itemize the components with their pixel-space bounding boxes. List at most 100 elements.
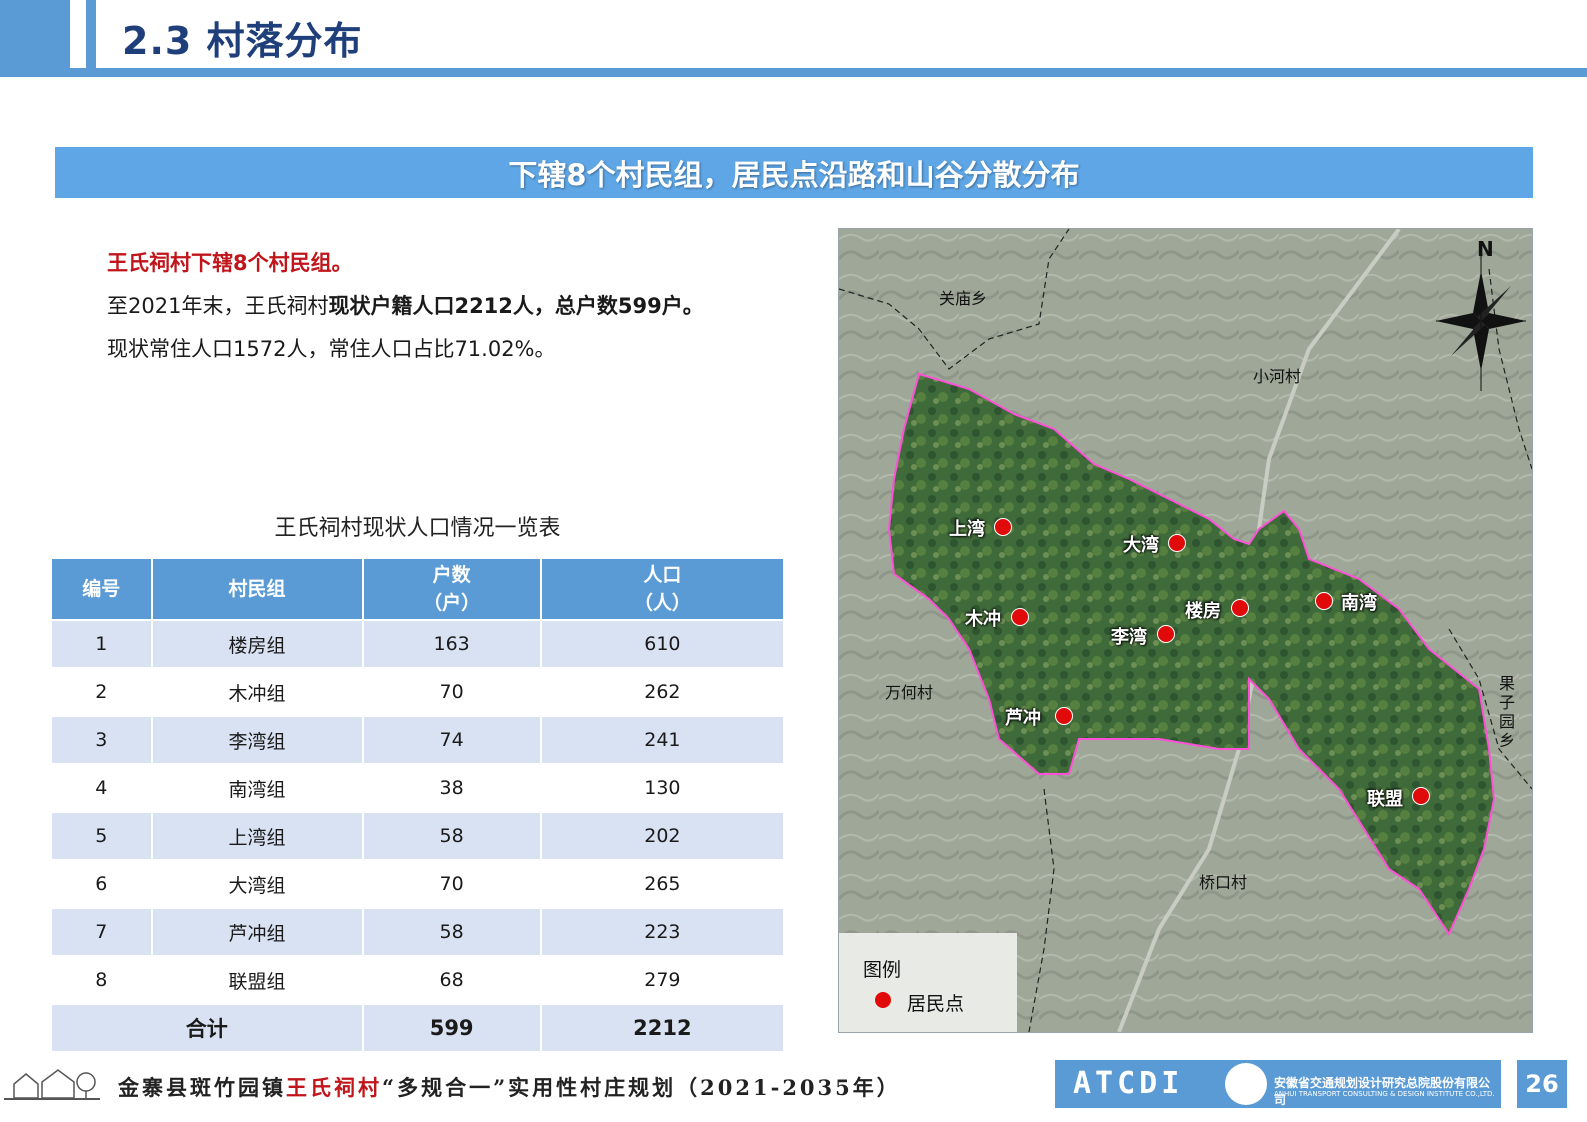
cell-id: 2 [50, 667, 153, 717]
header-population-label: 人口 [643, 564, 682, 586]
settlement-marker [994, 518, 1012, 536]
page-number: 26 [1517, 1060, 1567, 1108]
header-households-label: 户数 [432, 564, 471, 586]
table-row: 5 上湾组 58 202 [50, 811, 786, 861]
header-rule [0, 68, 1587, 77]
company-logo: ATCDI 安徽省交通规划设计研究总院股份有限公司 ANHUI TRANSPOR… [1055, 1060, 1501, 1108]
north-label: N [1477, 237, 1494, 261]
logo-wordmark: ATCDI [1073, 1066, 1184, 1101]
cell-group: 大湾组 [150, 859, 364, 909]
table-row: 1 楼房组 163 610 [50, 619, 786, 669]
settlement-marker [1412, 787, 1430, 805]
cell-population: 265 [539, 859, 786, 909]
cell-population: 610 [539, 619, 786, 669]
banner-text: 下辖8个村民组，居民点沿路和山谷分散分布 [508, 157, 1080, 192]
settlement-label-dawan: 大湾 [1123, 535, 1159, 556]
page-title: 2.3 村落分布 [122, 19, 363, 63]
map-graphics [839, 229, 1532, 1032]
settlement-label-loufang: 楼房 [1185, 601, 1221, 622]
total-population: 2212 [539, 1003, 786, 1053]
settlement-marker [1055, 707, 1073, 725]
intro-line-3: 现状常住人口1572人，常住人口占比71.02%。 [107, 337, 556, 361]
cell-group: 联盟组 [150, 955, 364, 1005]
header-population: 人口 （人） [539, 557, 786, 621]
cell-group: 上湾组 [150, 811, 364, 861]
section-banner: 下辖8个村民组，居民点沿路和山谷分散分布 [55, 147, 1533, 198]
region-label-qiaokou: 桥口村 [1199, 873, 1248, 892]
region-label-xiaohe: 小河村 [1253, 367, 1302, 386]
header-id: 编号 [50, 557, 153, 621]
settlement-label-nanwan: 南湾 [1341, 593, 1377, 614]
cell-id: 5 [50, 811, 153, 861]
table-title: 王氏祠村现状人口情况一览表 [274, 516, 561, 541]
village-sketch-icon [4, 1069, 100, 1100]
table-row: 7 芦冲组 58 223 [50, 907, 786, 957]
settlement-marker [1315, 592, 1333, 610]
cell-group: 李湾组 [150, 715, 364, 765]
intro-text: 王氏祠村下辖8个村民组。 至2021年末，王氏祠村现状户籍人口2212人，总户数… [107, 242, 704, 371]
cell-population: 241 [539, 715, 786, 765]
cell-id: 4 [50, 763, 153, 813]
region-label-wanhe: 万何村 [885, 683, 934, 702]
settlement-marker [1231, 599, 1249, 617]
settlement-label-muchong: 木冲 [965, 609, 1001, 630]
logo-emblem-icon [1225, 1063, 1267, 1105]
total-label: 合计 [50, 1003, 364, 1053]
settlement-marker [1168, 534, 1186, 552]
intro-line-1: 王氏祠村下辖8个村民组。 [107, 251, 353, 275]
cell-population: 223 [539, 907, 786, 957]
settlement-label-luchong: 芦冲 [1005, 708, 1041, 729]
cell-population: 202 [539, 811, 786, 861]
settlement-label-liwan: 李湾 [1111, 627, 1147, 648]
cell-group: 南湾组 [150, 763, 364, 813]
intro-line-2-suffix: 。 [682, 294, 704, 318]
cell-households: 74 [361, 715, 542, 765]
cell-group: 楼房组 [150, 619, 364, 669]
settlement-label-shangwan: 上湾 [949, 519, 985, 540]
footer-title-prefix: 金寨县斑竹园镇 [118, 1075, 286, 1100]
cell-households: 70 [361, 859, 542, 909]
legend-settlement-dot-icon [875, 992, 891, 1008]
cell-group: 芦冲组 [150, 907, 364, 957]
table-row: 8 联盟组 68 279 [50, 955, 786, 1005]
table-row: 3 李湾组 74 241 [50, 715, 786, 765]
table-header-row: 编号 村民组 户数 （户） 人口 （人） [50, 557, 786, 621]
cell-id: 1 [50, 619, 153, 669]
logo-company-name-en: ANHUI TRANSPORT CONSULTING & DESIGN INST… [1274, 1090, 1495, 1098]
header-population-unit: （人） [633, 592, 691, 614]
cell-households: 163 [361, 619, 542, 669]
cell-households: 70 [361, 667, 542, 717]
header-group: 村民组 [150, 557, 364, 621]
header-households-unit: （户） [423, 592, 481, 614]
legend-settlement-label: 居民点 [907, 993, 965, 1015]
region-label-guanmiao: 关庙乡 [939, 289, 988, 308]
cell-id: 8 [50, 955, 153, 1005]
footer-title-village: 王氏祠村 [286, 1075, 382, 1100]
cell-population: 279 [539, 955, 786, 1005]
village-map: N 关庙乡 小河村 万何村 桥口村 果子园乡 上湾 大湾 楼房 南湾 木冲 李湾… [838, 228, 1533, 1033]
footer-title-suffix: “多规合一”实用性村庄规划（2021-2035年） [382, 1075, 901, 1100]
map-legend: 图例 居民点 [839, 933, 1017, 1032]
header-households: 户数 （户） [361, 557, 542, 621]
cell-households: 58 [361, 907, 542, 957]
population-table: 编号 村民组 户数 （户） 人口 （人） 1 楼房组 163 610 2 木冲组 70 262 … [50, 557, 786, 1053]
intro-line-2-highlight: 现状户籍人口2212人，总户数599户 [328, 294, 683, 318]
cell-id: 7 [50, 907, 153, 957]
cell-households: 38 [361, 763, 542, 813]
intro-line-2-prefix: 至2021年末，王氏祠村 [107, 294, 329, 318]
intro-line-2: 至2021年末，王氏祠村现状户籍人口2212人，总户数599户。 [107, 285, 704, 328]
footer-title: 金寨县斑竹园镇王氏祠村“多规合一”实用性村庄规划（2021-2035年） [118, 1072, 901, 1102]
table-row: 2 木冲组 70 262 [50, 667, 786, 717]
header-accent-block [0, 0, 70, 68]
cell-group: 木冲组 [150, 667, 364, 717]
cell-population: 262 [539, 667, 786, 717]
cell-households: 68 [361, 955, 542, 1005]
settlement-marker [1157, 625, 1175, 643]
cell-population: 130 [539, 763, 786, 813]
table-row: 4 南湾组 38 130 [50, 763, 786, 813]
total-households: 599 [361, 1003, 542, 1053]
cell-id: 6 [50, 859, 153, 909]
cell-households: 58 [361, 811, 542, 861]
legend-title: 图例 [863, 959, 902, 981]
table-total-row: 合计 599 2212 [50, 1003, 786, 1053]
